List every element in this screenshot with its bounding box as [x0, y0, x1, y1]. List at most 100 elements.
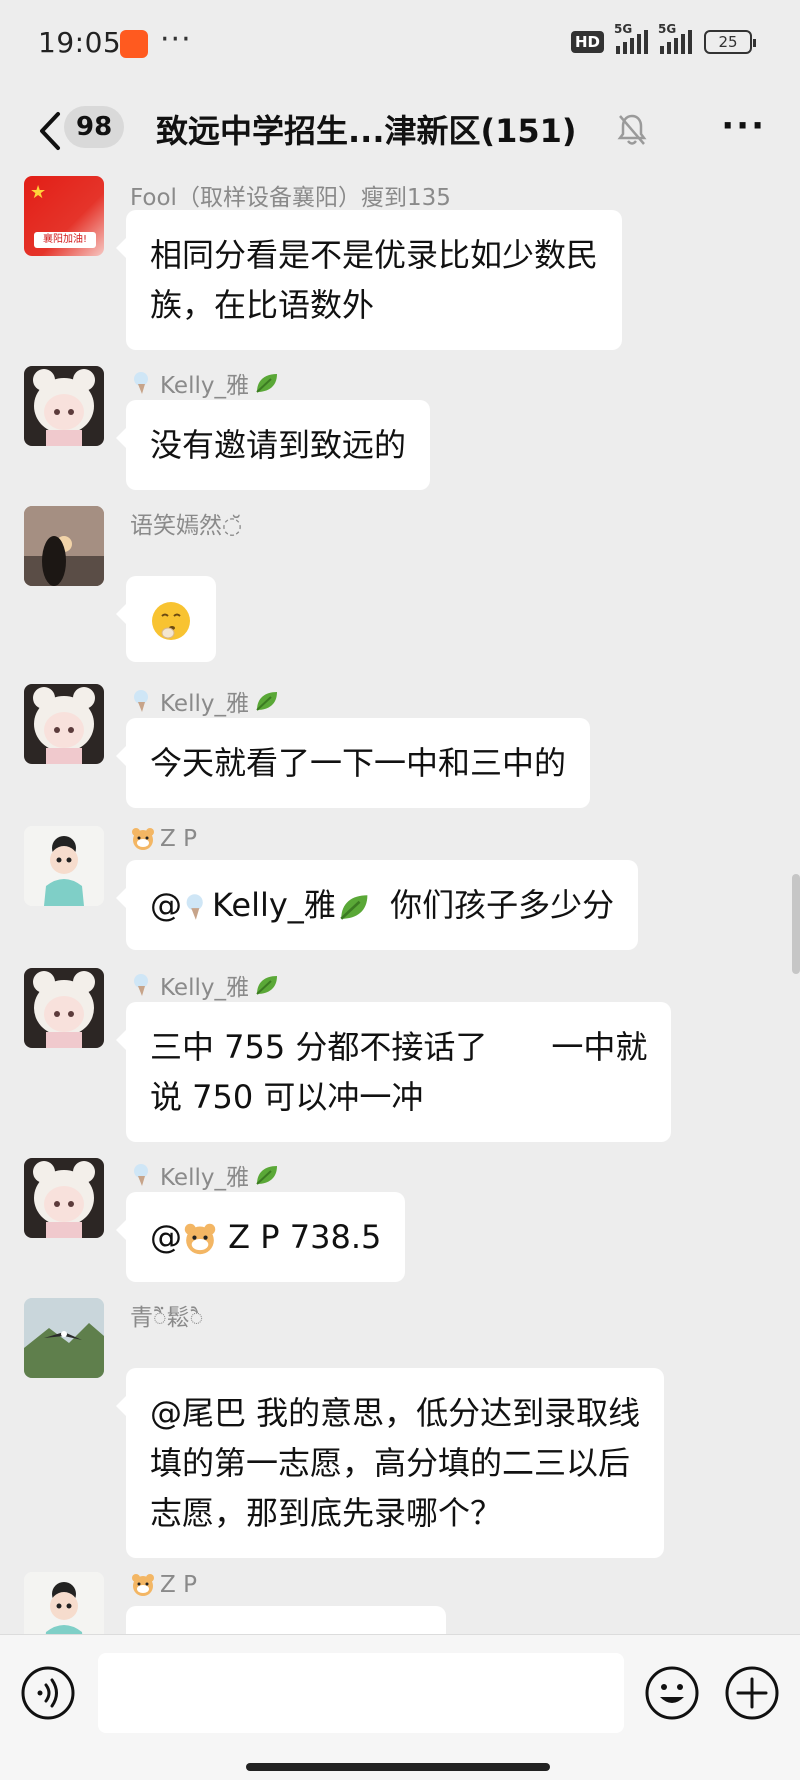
sender-name: 语笑嫣然◌̆ — [130, 506, 242, 540]
sender-label: Kelly_雅 — [160, 691, 249, 717]
avatar-art — [24, 684, 104, 764]
status-bar: 19:05 ··· HD 5G 5G 25 — [0, 0, 800, 86]
sender-name: Kelly_雅 — [130, 1158, 279, 1192]
message-bubble[interactable]: @ Kelly_雅 你们孩子多少分 — [115, 860, 639, 950]
message-line: 没有邀请到致远的 — [150, 426, 407, 464]
message-bubble[interactable]: 相同分看是不是优录比如少数民 族，在比语数外 — [115, 210, 623, 350]
message-item: 青ैं鬆ै @尾巴 我的意思，低分达到录取线 填的第一志愿，高分填的二三以后 志… — [0, 1298, 800, 1558]
sender-label: 青ैं鬆ै — [130, 1305, 204, 1331]
more-menu-button[interactable]: ··· — [721, 106, 766, 146]
cartoon-doll-avatar[interactable] — [24, 1572, 104, 1634]
sender-name: Kelly_雅 — [130, 684, 279, 718]
message-bubble[interactable]: 三中 755 分都不接话了 一中就 说 750 可以冲一冲 — [115, 1002, 672, 1142]
leaf-icon — [256, 374, 277, 393]
message-bubble[interactable] — [126, 1606, 446, 1634]
bell-muted-icon — [617, 114, 647, 145]
unread-count-badge[interactable]: 98 — [64, 106, 125, 148]
hamster-icon — [132, 828, 154, 850]
battery-icon: 25 — [704, 30, 756, 54]
message-list[interactable]: ★ 襄阳加油! Fool（取样设备襄阳）瘦到135 相同分看是不是优录比如少数民… — [0, 176, 800, 1634]
chat-header: 98 致远中学招生...津新区(151) ··· — [0, 86, 800, 176]
ice-cream-icon — [134, 1164, 148, 1186]
home-indicator[interactable] — [246, 1763, 550, 1771]
message-line: @尾巴 我的意思，低分达到录取线 — [150, 1394, 641, 1432]
message-bubble[interactable]: @ Z P 738.5 — [115, 1192, 406, 1282]
message-line: 说 750 可以冲一冲 — [150, 1078, 424, 1116]
input-bar — [0, 1634, 800, 1780]
sender-name: Z P — [130, 1572, 197, 1598]
sender-name: 青ैं鬆ै — [130, 1298, 203, 1332]
status-more-icon: ··· — [160, 22, 192, 57]
avatar-text: 襄阳加油! — [34, 232, 96, 248]
message-line: 今天就看了一下一中和三中的 — [150, 744, 567, 782]
sender-label: Fool（取样设备襄阳）瘦到135 — [130, 185, 451, 211]
sender-name: Kelly_雅 — [130, 968, 279, 1002]
flag-avatar[interactable]: ★ 襄阳加油! — [24, 176, 104, 256]
sender-name: Z P — [130, 826, 197, 852]
shushing-face-emoji — [152, 602, 190, 640]
message-item: Kelly_雅 今天就看了一下一中和三中的 — [0, 684, 800, 808]
scrollbar-thumb[interactable] — [792, 874, 800, 974]
app-notification-icon — [120, 30, 148, 58]
message-bubble[interactable] — [116, 576, 216, 662]
mention-name[interactable]: Kelly_雅 — [212, 886, 336, 924]
message-input[interactable] — [98, 1653, 624, 1733]
avatar-art — [24, 506, 104, 586]
sender-label: Z P — [160, 826, 197, 852]
avatar-art — [24, 1572, 104, 1634]
cartoon-doll-avatar[interactable] — [24, 826, 104, 906]
status-indicators: HD 5G 5G 25 — [570, 22, 756, 54]
bear-hood-girl-avatar[interactable] — [24, 1158, 104, 1238]
avatar-art — [24, 1298, 104, 1378]
ice-cream-icon — [186, 894, 203, 920]
message-bubble[interactable]: @尾巴 我的意思，低分达到录取线 填的第一志愿，高分填的二三以后 志愿，那到底先… — [115, 1368, 665, 1558]
message-line: 三中 755 分都不接话了 一中就 — [150, 1028, 648, 1066]
avatar-art — [24, 826, 104, 906]
leaf-icon — [256, 692, 277, 711]
message-line: 相同分看是不是优录比如少数民 — [150, 236, 599, 274]
emoji-smile-icon[interactable] — [644, 1665, 700, 1721]
mention-at: @ — [150, 886, 182, 924]
voice-input-icon[interactable] — [20, 1665, 76, 1721]
message-line: 志愿，那到底先录哪个？ — [150, 1494, 503, 1532]
message-line: 填的第一志愿，高分填的二三以后 — [150, 1444, 631, 1482]
signal-5g-icon: 5G — [614, 22, 648, 54]
sender-label: Z P — [160, 1572, 197, 1598]
hamster-icon — [184, 1223, 216, 1255]
bear-hood-girl-avatar[interactable] — [24, 366, 104, 446]
network-label: 5G — [614, 22, 633, 36]
chat-title[interactable]: 致远中学招生...津新区(151) — [156, 106, 596, 152]
leaf-icon — [256, 1166, 277, 1185]
sender-label: 语笑嫣然◌̆ — [130, 513, 243, 539]
ice-cream-icon — [134, 974, 148, 996]
heart-hands-sunset-avatar[interactable] — [24, 506, 104, 586]
bear-hood-girl-avatar[interactable] — [24, 968, 104, 1048]
sender-name: Kelly_雅 — [130, 366, 279, 400]
avatar-art — [24, 968, 104, 1048]
leaf-icon — [256, 976, 277, 995]
eagle-mountain-avatar[interactable] — [24, 1298, 104, 1378]
message-item: Z P — [0, 1572, 800, 1634]
sender-label: Kelly_雅 — [160, 975, 249, 1001]
leaf-icon — [340, 895, 368, 920]
status-time: 19:05 — [38, 26, 122, 59]
sender-label: Kelly_雅 — [160, 1165, 249, 1191]
sender-name: Fool（取样设备襄阳）瘦到135 — [130, 178, 451, 212]
sender-label: Kelly_雅 — [160, 373, 249, 399]
message-text: Z P 738.5 — [228, 1218, 382, 1256]
hd-badge: HD — [570, 31, 604, 53]
plus-circle-icon[interactable] — [724, 1665, 780, 1721]
mention-at: @ — [150, 1218, 182, 1256]
message-bubble[interactable]: 没有邀请到致远的 — [115, 400, 431, 490]
network-label-2: 5G — [658, 22, 677, 36]
message-line: 族，在比语数外 — [150, 286, 375, 324]
message-item: Kelly_雅 三中 755 分都不接话了 一中就 说 750 可以冲一冲 — [0, 968, 800, 1142]
ice-cream-icon — [134, 690, 148, 712]
ice-cream-icon — [134, 372, 148, 394]
hamster-icon — [132, 1574, 154, 1596]
message-item: Z P @ Kelly_雅 你们孩子多少分 — [0, 826, 800, 950]
bear-hood-girl-avatar[interactable] — [24, 684, 104, 764]
message-item: Kelly_雅 没有邀请到致远的 — [0, 366, 800, 490]
message-bubble[interactable]: 今天就看了一下一中和三中的 — [115, 718, 591, 808]
message-item: Kelly_雅 @ Z P 738.5 — [0, 1158, 800, 1282]
